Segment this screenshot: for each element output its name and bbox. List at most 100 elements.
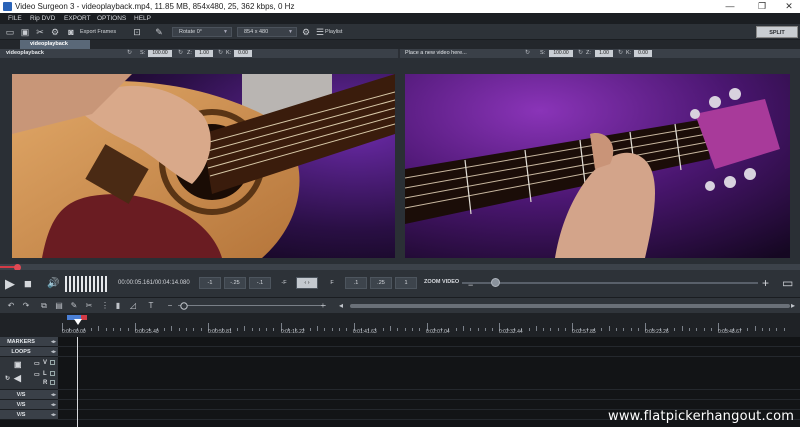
video-track[interactable] [58,357,800,390]
right-channel-checkbox[interactable] [50,380,55,385]
loops-track-header[interactable]: LOOPS ◂▸ [0,347,58,357]
left-channel-checkbox[interactable] [50,371,55,376]
playlist-button[interactable]: Playlist [325,26,342,38]
arrows-icon[interactable]: ◂▸ [51,337,56,347]
paste-icon[interactable]: ▤ [54,301,64,311]
step-plus-025-button[interactable]: .25 [370,277,392,289]
minus-icon[interactable]: − [165,301,175,311]
crop-icon[interactable]: ⊡ [132,27,142,37]
vs-track-header[interactable]: V/S ◂▸ [0,400,58,410]
scale-field[interactable]: 100.00 [549,50,573,57]
settings-icon[interactable]: ⚙ [50,27,60,37]
gear-icon[interactable]: ⚙ [301,27,311,37]
audio-icon[interactable]: ▮ [113,301,123,311]
zoom-field[interactable]: 1.00 [595,50,613,57]
audio-toggle-icon[interactable]: ▭ [34,371,40,378]
open-folder-icon[interactable]: ▭ [5,27,15,37]
undo-icon[interactable]: ↶ [6,301,16,311]
tab-videoplayback[interactable]: videoplayback [20,40,90,49]
redo-icon[interactable]: ↷ [21,301,31,311]
save-icon[interactable]: ▣ [14,360,22,369]
stop-icon[interactable]: ■ [24,277,32,291]
menu-help[interactable]: HELP [134,13,151,24]
video-toggle-icon[interactable]: ▭ [34,360,40,367]
reset-icon[interactable]: ↻ [127,49,132,58]
volume-meter[interactable] [64,276,110,292]
zoom-slider-track[interactable] [462,282,758,284]
timeline-scrollbar[interactable] [350,304,790,308]
timeline-zoom-slider[interactable] [178,302,326,310]
arrows-icon[interactable]: ◂▸ [51,400,56,410]
pencil-icon[interactable]: ✎ [69,301,79,311]
visibility-icon[interactable]: V [43,360,47,366]
right-panel-header: Place a new video here... ↻ S: 100.00 ↻ … [400,49,800,58]
timeline-ruler[interactable]: 0:00:00.00 0:00:25.40 0:00:50.81 0:01:16… [0,313,800,337]
vs-track-header[interactable]: V/S ◂▸ [0,390,58,400]
reset-icon[interactable]: ↻ [618,49,623,58]
vs-track-header[interactable]: V/S ◂▸ [0,410,58,420]
markers-track[interactable] [58,337,800,347]
frame-nav-button[interactable]: ‹ › [296,277,318,289]
resolution-select[interactable]: 854 x 480 ▼ [237,27,297,37]
arrows-icon[interactable]: ◂▸ [51,390,56,400]
zoom-in-icon[interactable]: + [762,276,769,290]
step-plus-1-button[interactable]: 1 [395,277,417,289]
split-icon[interactable]: ⋮ [100,301,110,311]
fullscreen-icon[interactable]: ▭ [782,276,793,290]
close-button[interactable]: ✕ [779,0,799,13]
step-minus-025-button[interactable]: -.25 [224,277,246,289]
markers-track-header[interactable]: MARKERS ◂▸ [0,337,58,347]
fade-icon[interactable]: ◿ [128,301,138,311]
reset-icon[interactable]: ↻ [525,49,530,58]
visibility-checkbox[interactable] [50,360,55,365]
playhead-marker[interactable] [74,319,82,325]
playhead-line[interactable] [77,337,78,427]
save-icon[interactable]: ▣ [20,27,30,37]
plus-icon[interactable]: + [318,301,328,311]
menu-file[interactable]: FILE [8,13,22,24]
reset-icon[interactable]: ↻ [218,49,223,58]
reset-icon[interactable]: ↻ [178,49,183,58]
cut-icon[interactable]: ✂ [84,301,94,311]
camera-icon[interactable]: ◙ [66,27,76,37]
zoom-slider-thumb[interactable] [490,278,500,287]
left-channel-icon[interactable]: L [43,371,47,377]
volume-icon[interactable]: 🔊 [47,277,59,291]
copy-icon[interactable]: ⧉ [39,301,49,311]
scroll-left-icon[interactable]: ◂ [336,301,346,311]
left-video-frame[interactable] [12,74,395,258]
play-icon[interactable]: ▶ [5,277,15,291]
menu-options[interactable]: OPTIONS [97,13,126,24]
scale-field[interactable]: 100.00 [148,50,172,57]
video-track-header[interactable]: ▣ ▭ V ↻ ◀ ▭ L R [0,357,58,390]
loops-track[interactable] [58,347,800,357]
step-minus-1-button[interactable]: -1 [199,277,221,289]
next-frame-button[interactable]: F [322,277,342,289]
minimize-button[interactable]: — [720,0,740,13]
right-channel-icon[interactable]: R [43,380,47,386]
maximize-button[interactable]: ❐ [752,0,772,13]
split-screen-button[interactable]: SPLIT SCREEN [756,26,798,48]
arrows-icon[interactable]: ◂▸ [51,410,56,420]
prev-frame-button[interactable]: -F [274,277,294,289]
vs-track[interactable] [58,390,800,400]
menu-export[interactable]: EXPORT [64,13,91,24]
zoom-out-icon[interactable]: − [468,278,473,292]
loop-icon[interactable]: ↻ [5,375,10,382]
menu-rip-dvd[interactable]: Rip DVD [30,13,55,24]
zoom-field[interactable]: 1.00 [195,50,213,57]
text-icon[interactable]: T [146,301,156,311]
step-minus-01-button[interactable]: -.1 [249,277,271,289]
right-video-frame[interactable] [405,74,790,258]
k-field[interactable]: 0.00 [234,50,252,57]
step-plus-01-button[interactable]: .1 [345,277,367,289]
scroll-right-icon[interactable]: ▸ [788,301,798,311]
speaker-icon[interactable]: ◀ [14,373,21,384]
edit-icon[interactable]: ✎ [154,27,164,37]
reset-icon[interactable]: ↻ [578,49,583,58]
k-field[interactable]: 0.00 [634,50,652,57]
arrows-icon[interactable]: ◂▸ [51,347,56,357]
trim-icon[interactable]: ✂ [35,27,45,37]
rotate-select[interactable]: Rotate 0° ▼ [172,27,232,37]
export-frames-button[interactable]: Export Frames [80,26,116,38]
